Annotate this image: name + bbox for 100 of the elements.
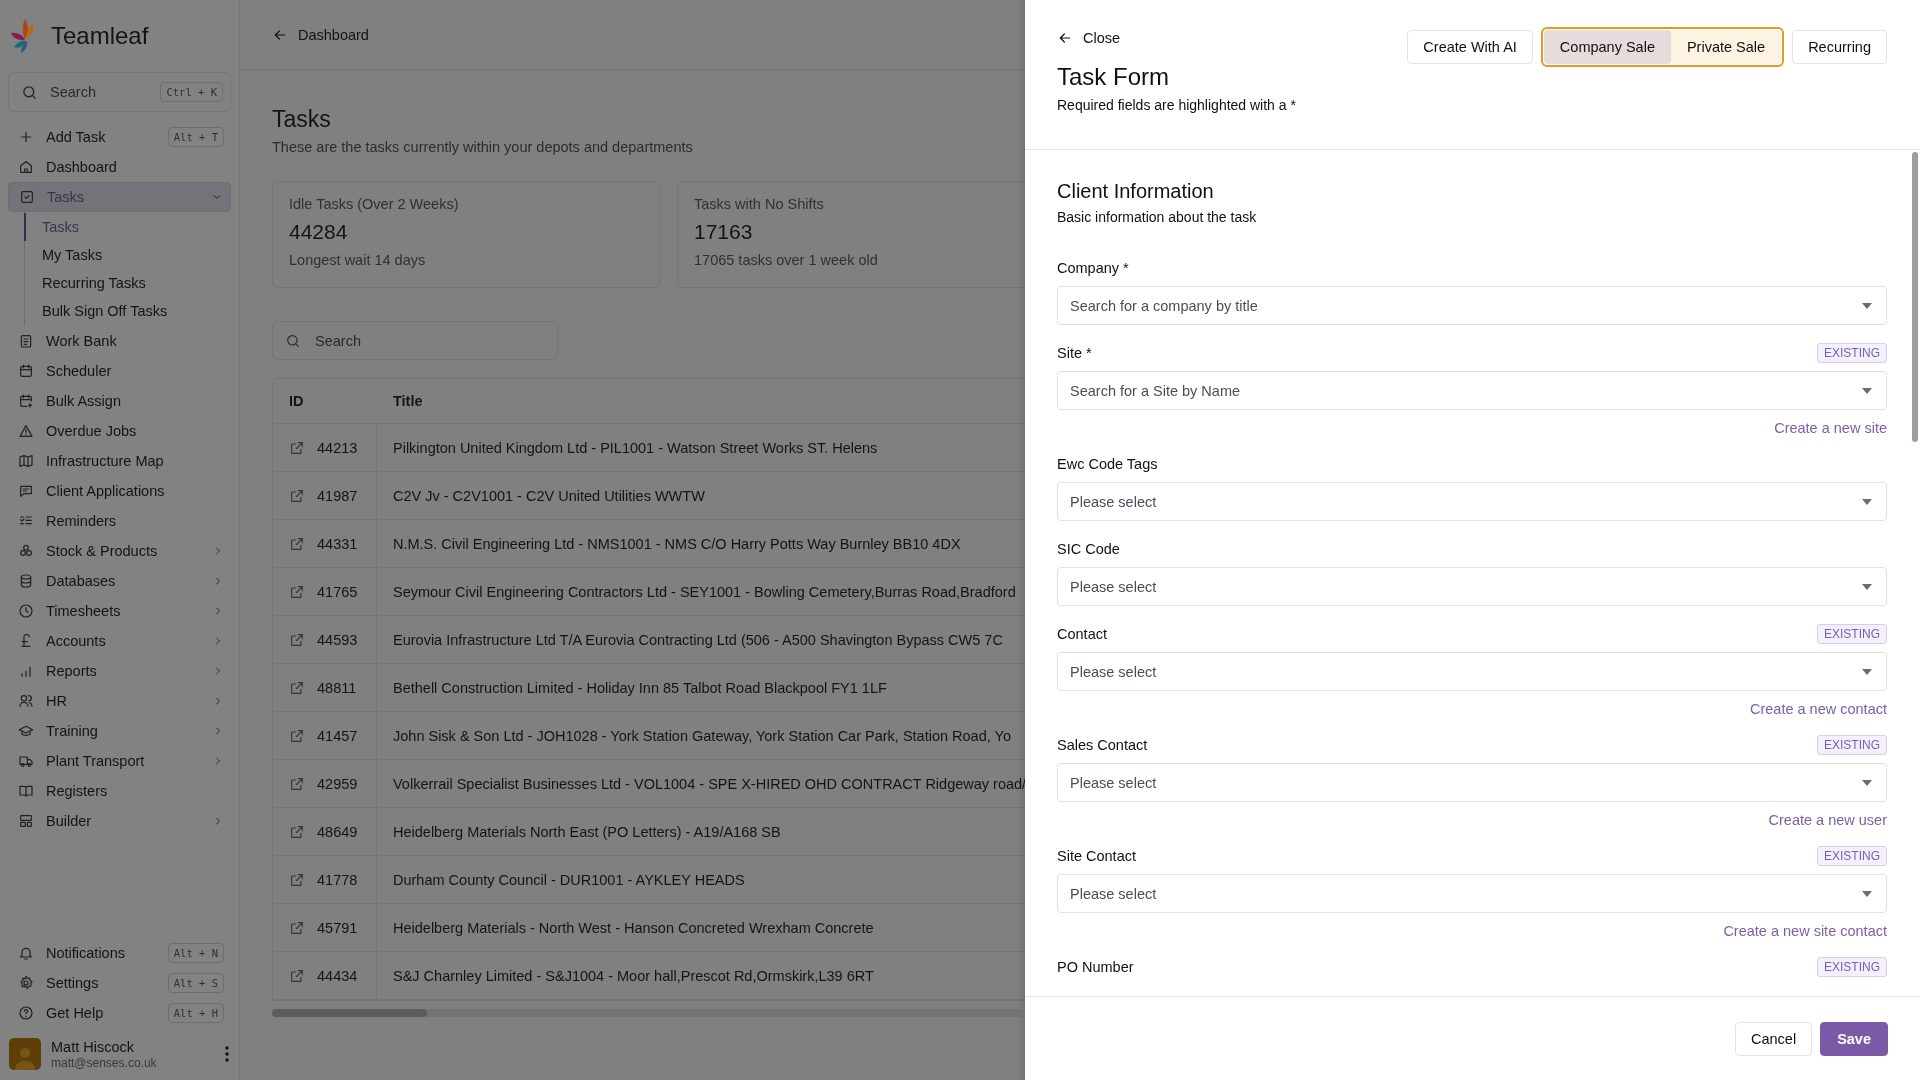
table-cell: Heidelberg Materials North East (PO Letters) - A19/A168 SB (393, 823, 781, 840)
book-icon (18, 783, 34, 799)
clock-icon (18, 603, 34, 619)
sidebar-item[interactable]: Training (8, 716, 231, 746)
shortcut-hint: Alt + H (167, 1003, 224, 1023)
bell-icon (18, 945, 34, 961)
select-field[interactable]: Search for a company by title (1057, 286, 1887, 325)
table-cell: 48811 (317, 679, 357, 696)
external-link-icon[interactable] (289, 727, 305, 744)
sidebar-item[interactable]: Bulk Assign (8, 386, 231, 416)
external-link-icon[interactable] (289, 487, 305, 504)
external-link-icon[interactable] (289, 823, 305, 840)
form-subtitle: Required fields are highlighted with a * (1057, 97, 1296, 113)
horizontal-scrollbar[interactable] (272, 1009, 1025, 1017)
stat-label: Tasks with No Shifts (694, 196, 825, 212)
sidebar-item[interactable]: Settings Alt + S (8, 968, 231, 998)
user-name: Matt Hiscock (51, 1038, 135, 1055)
sidebar-item[interactable]: Reminders (8, 506, 231, 536)
column-header: Title (393, 393, 423, 409)
truck-icon (18, 753, 34, 769)
table-cell: Pilkington United Kingdom Ltd - PIL1001 - Watson Street Works ST. Helens (393, 439, 878, 456)
sidebar-item[interactable]: Dashboard (8, 152, 231, 182)
create-link[interactable]: Create a new site contact (1723, 923, 1887, 939)
table-cell: John Sisk & Son Ltd - JOH1028 - York Station Gateway, York Station Car Park, Station Road, Yo (393, 727, 1011, 744)
page-subtitle: These are the tasks currently within your depots and departments (272, 139, 694, 155)
sidebar-item[interactable]: Notifications Alt + N (8, 938, 231, 968)
save-button[interactable]: Save (1820, 1021, 1888, 1056)
sidebar-item[interactable]: Builder (8, 806, 231, 836)
select-field[interactable]: Please select (1057, 874, 1887, 913)
external-link-icon[interactable] (289, 967, 305, 984)
shortcut-hint: Alt + T (167, 127, 224, 147)
status-badge: EXISTING (1817, 735, 1887, 755)
layout-icon (18, 813, 34, 829)
sidebar-item[interactable]: Reports (8, 656, 231, 686)
search-field[interactable]: Search (272, 321, 558, 360)
submenu-item[interactable]: Recurring Tasks (24, 269, 231, 297)
back-link[interactable]: Dashboard (272, 26, 369, 43)
table-cell: 44213 (317, 439, 358, 456)
field-label: Contact (1057, 626, 1107, 642)
cancel-button[interactable]: Cancel (1735, 1021, 1813, 1056)
sidebar-item[interactable]: Tasks (8, 182, 231, 212)
form-title: Task Form (1057, 63, 1170, 91)
sidebar-item[interactable]: Timesheets (8, 596, 231, 626)
user-email: matt@senses.co.uk (51, 1055, 158, 1070)
submenu-item[interactable]: Bulk Sign Off Tasks (24, 297, 231, 325)
close-link[interactable]: Close (1057, 30, 1296, 46)
settings-icon (18, 975, 34, 991)
external-link-icon[interactable] (289, 535, 305, 552)
external-link-icon[interactable] (289, 631, 305, 648)
sale-type-tab[interactable]: Private Sale (1670, 30, 1782, 64)
sidebar-item[interactable]: Scheduler (8, 356, 231, 386)
help-icon (18, 1005, 34, 1021)
status-badge: EXISTING (1817, 343, 1887, 363)
sidebar-item[interactable]: Stock & Products (8, 536, 231, 566)
search-field[interactable]: Search Ctrl + K (8, 72, 231, 112)
external-link-icon[interactable] (289, 439, 305, 456)
select-field[interactable]: Please select (1057, 763, 1887, 802)
select-field[interactable]: Please select (1057, 567, 1887, 606)
caret-icon (1862, 583, 1872, 590)
table-cell: 44331 (317, 535, 358, 552)
select-field[interactable]: Please select (1057, 482, 1887, 521)
table-cell: 44593 (317, 631, 358, 648)
sidebar-item[interactable]: Get Help Alt + H (8, 998, 231, 1028)
sidebar-item[interactable]: Registers (8, 776, 231, 806)
external-link-icon[interactable] (289, 775, 305, 792)
field-label: Ewc Code Tags (1057, 456, 1158, 472)
vertical-scrollbar[interactable] (1912, 152, 1918, 442)
submenu-item[interactable]: Tasks (24, 213, 231, 241)
stat-value: 44284 (289, 220, 349, 244)
sidebar-item[interactable]: Accounts (8, 626, 231, 656)
select-field[interactable]: Search for a Site by Name (1057, 371, 1887, 410)
recurring-button[interactable]: Recurring (1792, 30, 1887, 64)
external-link-icon[interactable] (289, 871, 305, 888)
house-icon (18, 159, 34, 175)
table-cell: Eurovia Infrastructure Ltd T/A Eurovia Contracting Ltd (506 - A500 Shavington Bypass CW5 7C (393, 631, 1003, 648)
sidebar-item[interactable]: Client Applications (8, 476, 231, 506)
caret-icon (1862, 890, 1872, 897)
status-badge: EXISTING (1817, 846, 1887, 866)
caret-icon (1862, 302, 1872, 309)
sidebar-item[interactable]: Work Bank (8, 326, 231, 356)
calendar-plus-icon (18, 393, 34, 409)
more-icon[interactable] (225, 1046, 229, 1062)
external-link-icon[interactable] (289, 679, 305, 696)
sidebar-item[interactable]: Databases (8, 566, 231, 596)
external-link-icon[interactable] (289, 583, 305, 600)
sale-type-tab[interactable]: Company Sale (1543, 30, 1671, 64)
sidebar-item[interactable]: Overdue Jobs (8, 416, 231, 446)
create-link[interactable]: Create a new contact (1749, 701, 1887, 717)
field-label: Sales Contact (1057, 737, 1148, 753)
sidebar-item[interactable]: Plant Transport (8, 746, 231, 776)
external-link-icon[interactable] (289, 919, 305, 936)
create-link[interactable]: Create a new site (1774, 420, 1887, 436)
sidebar-item[interactable]: HR (8, 686, 231, 716)
sidebar-item[interactable]: Infrastructure Map (8, 446, 231, 476)
search-icon (21, 83, 38, 101)
create-with-ai-button[interactable]: Create With AI (1407, 30, 1533, 64)
select-field[interactable]: Please select (1057, 652, 1887, 691)
create-link[interactable]: Create a new user (1768, 812, 1887, 828)
submenu-item[interactable]: My Tasks (24, 241, 231, 269)
sidebar-item[interactable]: Add Task Alt + T (8, 122, 231, 152)
